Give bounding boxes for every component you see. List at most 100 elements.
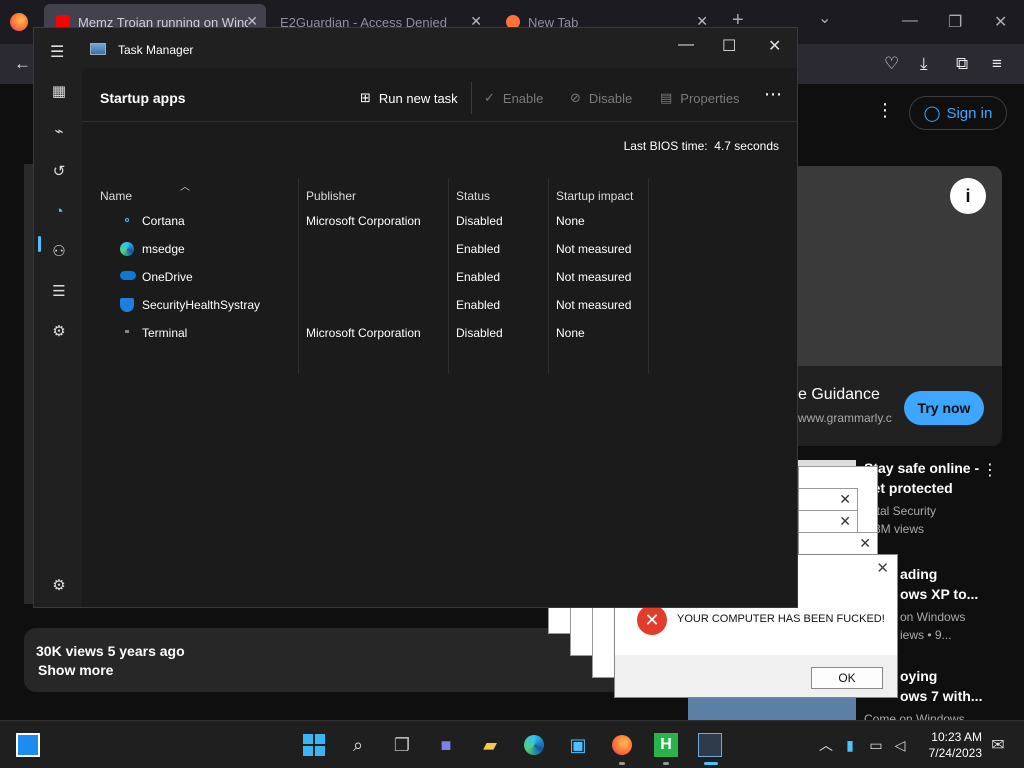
video-thumbnail[interactable]: [688, 696, 856, 720]
account-icon: ◯: [923, 105, 941, 122]
close-icon[interactable]: ✕: [839, 491, 851, 508]
settings-icon[interactable]: ⚙: [50, 576, 68, 594]
start-button[interactable]: [302, 733, 326, 757]
close-icon[interactable]: ✕: [839, 513, 851, 530]
run-task-icon: ⊞: [360, 90, 371, 105]
show-more-link[interactable]: Show more: [38, 662, 113, 678]
firefox-taskbar-icon[interactable]: [610, 733, 634, 757]
tray-app-icon[interactable]: ▮: [838, 733, 862, 757]
column-header-status[interactable]: Status: [456, 189, 490, 203]
disable-button[interactable]: ⊘ Disable: [570, 90, 632, 106]
startup-apps-panel: Startup apps ⊞ Run new task ✓ Enable ⊘ D…: [82, 68, 797, 607]
app-history-icon[interactable]: ↺: [50, 162, 68, 180]
table-row[interactable]: OneDrive Enabled Not measured: [82, 262, 797, 290]
close-icon[interactable]: ✕: [876, 559, 889, 577]
properties-button[interactable]: ▤ Properties: [660, 90, 740, 106]
ad-url: www.grammarly.co: [798, 411, 892, 425]
task-manager-window: ☰ Task Manager — ☐ ✕ ▦ ⌁ ↺ ◔ ⚇ ☰ ⚙ ⚙ Sta…: [33, 27, 798, 608]
recommendation-meta: iews • 9...: [900, 628, 952, 642]
processes-icon[interactable]: ▦: [50, 82, 68, 100]
video-views: 30K views 5 years ago: [36, 643, 185, 659]
recommendation-title[interactable]: ading ows XP to...: [900, 564, 1020, 604]
shield-icon: [120, 298, 134, 312]
ok-button[interactable]: OK: [811, 667, 883, 689]
run-new-task-button[interactable]: ⊞ Run new task: [360, 90, 458, 106]
running-indicator: [663, 762, 669, 765]
clock[interactable]: 10:23 AM 7/24/2023: [920, 729, 982, 761]
performance-icon[interactable]: ⌁: [50, 122, 68, 140]
selected-indicator: [38, 236, 41, 252]
sign-in-button[interactable]: ◯ Sign in: [909, 96, 1007, 130]
title-bar[interactable]: ☰ Task Manager — ☐ ✕: [34, 28, 797, 68]
recommendation-title[interactable]: oying ows 7 with...: [900, 666, 1020, 706]
check-icon: ✓: [484, 90, 495, 105]
navigation-rail: ▦ ⌁ ↺ ◔ ⚇ ☰ ⚙ ⚙: [34, 68, 82, 607]
bios-time: Last BIOS time: 4.7 seconds: [623, 139, 779, 153]
back-icon[interactable]: ←: [14, 54, 31, 74]
tab-list-button[interactable]: ⌄: [818, 8, 831, 28]
table-row[interactable]: Terminal Microsoft Corporation Disabled …: [82, 318, 797, 346]
hamburger-menu-icon[interactable]: ☰: [50, 42, 64, 62]
extensions-icon[interactable]: ⧉: [956, 54, 968, 74]
recommendation-title[interactable]: Stay safe online - get protected: [864, 458, 984, 498]
task-view-icon[interactable]: ❐: [390, 733, 414, 757]
notifications-icon[interactable]: ✉: [986, 733, 1010, 757]
pocket-icon[interactable]: ♡: [884, 54, 899, 74]
details-icon[interactable]: ☰: [50, 282, 68, 300]
file-explorer-icon[interactable]: ▰: [478, 733, 502, 757]
enable-button[interactable]: ✓ Enable: [484, 90, 543, 106]
table-row[interactable]: SecurityHealthSystray Enabled Not measur…: [82, 290, 797, 318]
error-message: YOUR COMPUTER HAS BEEN FUCKED!: [677, 613, 885, 625]
store-icon[interactable]: ▣: [566, 733, 590, 757]
close-icon[interactable]: ✕: [768, 36, 781, 56]
column-header-startup-impact[interactable]: Startup impact: [556, 189, 633, 203]
page-title: Startup apps: [100, 90, 186, 106]
firefox-icon[interactable]: [10, 13, 28, 31]
column-header-publisher[interactable]: Publisher: [306, 189, 356, 203]
task-manager-icon: [90, 43, 106, 55]
try-now-button[interactable]: Try now: [904, 391, 984, 425]
edge-taskbar-icon[interactable]: [522, 733, 546, 757]
error-icon: ✕: [637, 605, 667, 635]
download-icon[interactable]: ⤓: [920, 54, 928, 74]
error-dialog-footer: OK: [615, 655, 897, 697]
more-options-icon[interactable]: ⋮: [982, 460, 998, 480]
menu-icon[interactable]: ≡: [992, 54, 1002, 74]
maximize-icon[interactable]: ☐: [722, 36, 736, 56]
info-icon[interactable]: i: [950, 178, 986, 214]
ad-title: e Guidance: [798, 386, 880, 403]
show-hidden-icons[interactable]: ︿: [814, 733, 838, 757]
column-header-name[interactable]: Name: [100, 189, 132, 203]
users-icon[interactable]: ⚇: [50, 242, 68, 260]
window-title: Task Manager: [118, 43, 194, 57]
toolbar-separator: [471, 82, 472, 114]
properties-icon: ▤: [660, 90, 673, 105]
terminal-icon: [125, 330, 129, 333]
disable-icon: ⊘: [570, 90, 581, 105]
edge-icon: [120, 242, 134, 256]
task-manager-taskbar-icon[interactable]: [698, 733, 722, 757]
recommendation-channel: on Windows: [900, 610, 966, 624]
sort-ascending-icon: ︿: [180, 182, 190, 193]
table-row[interactable]: msedge Enabled Not measured: [82, 234, 797, 262]
restore-icon[interactable]: ❐: [948, 12, 962, 32]
show-desktop-icon[interactable]: [16, 733, 40, 757]
search-icon[interactable]: ⌕: [346, 733, 370, 757]
table-row[interactable]: Cortana Microsoft Corporation Disabled N…: [82, 206, 797, 234]
hex-editor-icon[interactable]: H: [654, 733, 678, 757]
more-options-icon[interactable]: ⋯: [764, 84, 782, 105]
close-icon[interactable]: ✕: [859, 535, 871, 552]
minimize-icon[interactable]: —: [678, 36, 694, 54]
onedrive-icon: [120, 271, 136, 280]
cortana-icon: [125, 218, 129, 222]
running-indicator: [619, 762, 625, 765]
startup-apps-icon[interactable]: ◔: [50, 202, 68, 220]
services-icon[interactable]: ⚙: [50, 322, 68, 340]
network-icon[interactable]: ▭: [864, 733, 888, 757]
minimize-icon[interactable]: —: [902, 12, 918, 30]
volume-muted-icon[interactable]: ◁: [888, 733, 912, 757]
more-options-icon[interactable]: ⋮: [876, 100, 894, 121]
taskbar: ⌕ ❐ ■ ▰ ▣ H ︿ ▮ ▭ ◁ 10:23 AM 7/24/2023 ✉: [0, 720, 1024, 768]
close-window-icon[interactable]: ✕: [994, 12, 1007, 32]
teams-chat-icon[interactable]: ■: [434, 733, 458, 757]
